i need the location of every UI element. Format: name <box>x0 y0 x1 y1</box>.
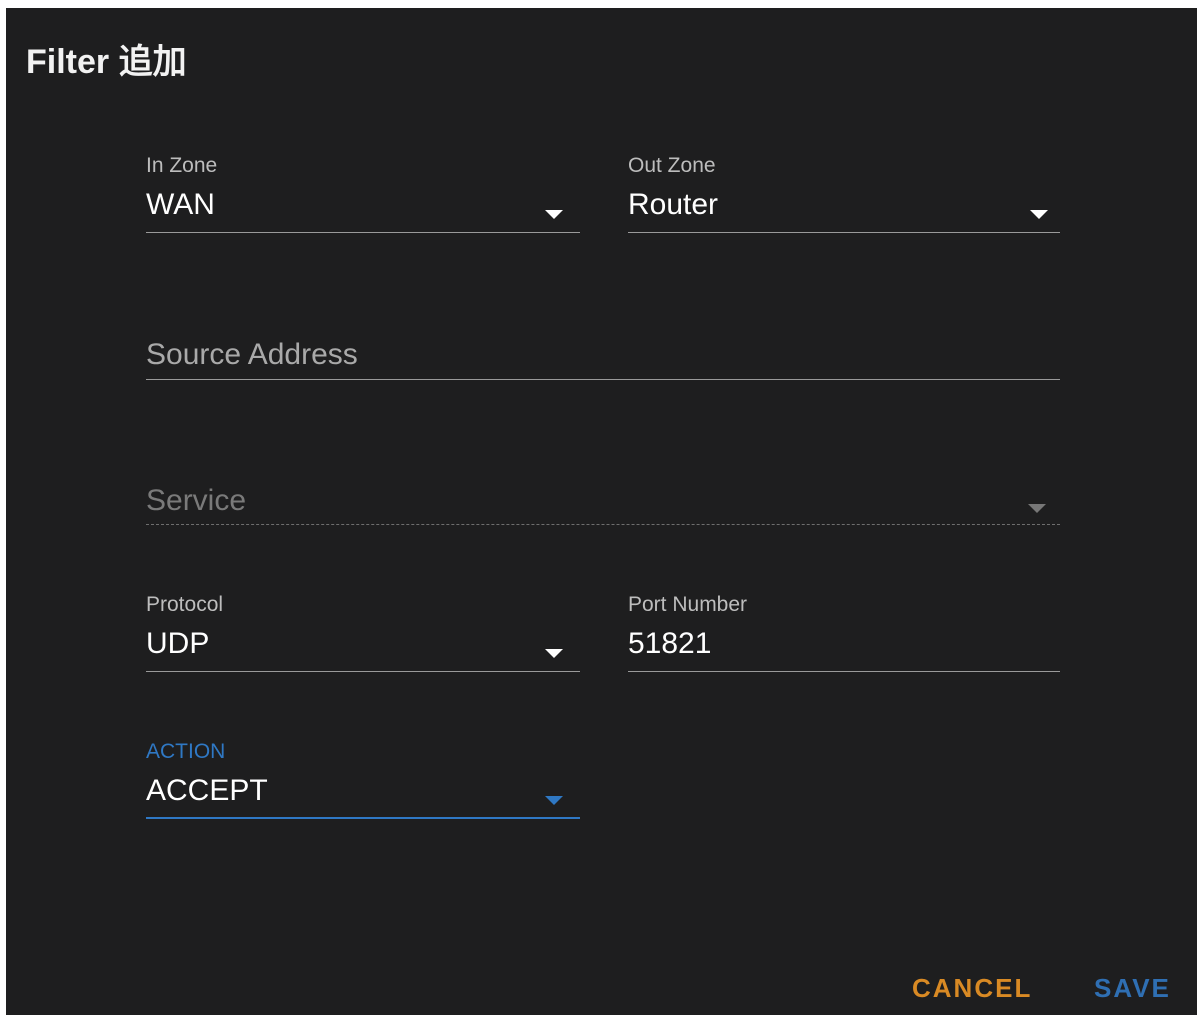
save-button[interactable]: SAVE <box>1094 973 1171 1003</box>
out-zone-select[interactable]: Out Zone Router <box>628 154 1060 234</box>
chevron-down-icon[interactable] <box>1030 210 1048 219</box>
in-zone-underline <box>146 232 580 233</box>
service-underline <box>146 524 1060 525</box>
chevron-down-icon <box>1028 504 1046 513</box>
out-zone-value: Router <box>628 188 719 221</box>
chevron-down-icon[interactable] <box>545 210 563 219</box>
action-value: ACCEPT <box>146 774 268 807</box>
in-zone-value: WAN <box>146 188 215 221</box>
action-underline <box>146 817 580 819</box>
in-zone-label: In Zone <box>146 154 218 177</box>
chevron-down-icon[interactable] <box>545 649 563 658</box>
out-zone-label: Out Zone <box>628 154 716 177</box>
dialog-title: Filter 追加 <box>26 43 187 81</box>
out-zone-underline <box>628 232 1060 233</box>
port-number-input[interactable]: Port Number 51821 <box>628 593 1060 673</box>
protocol-select[interactable]: Protocol UDP <box>146 593 580 673</box>
service-select: Service <box>146 482 1060 528</box>
in-zone-select[interactable]: In Zone WAN <box>146 154 580 234</box>
protocol-label: Protocol <box>146 593 224 616</box>
source-address-placeholder: Source Address <box>146 338 358 371</box>
protocol-value: UDP <box>146 627 210 660</box>
cancel-button[interactable]: CANCEL <box>912 973 1032 1003</box>
source-address-input[interactable]: Source Address <box>146 336 1060 382</box>
action-label: ACTION <box>146 740 226 763</box>
chevron-down-icon[interactable] <box>545 796 563 805</box>
protocol-underline <box>146 671 580 672</box>
port-number-label: Port Number <box>628 593 748 616</box>
action-select[interactable]: ACTION ACCEPT <box>146 740 580 820</box>
filter-dialog: Filter 追加 In Zone WAN Out Zone Router So… <box>6 8 1197 1015</box>
source-address-underline <box>146 379 1060 380</box>
port-number-underline <box>628 671 1060 672</box>
service-placeholder: Service <box>146 484 247 517</box>
port-number-value: 51821 <box>628 627 712 660</box>
